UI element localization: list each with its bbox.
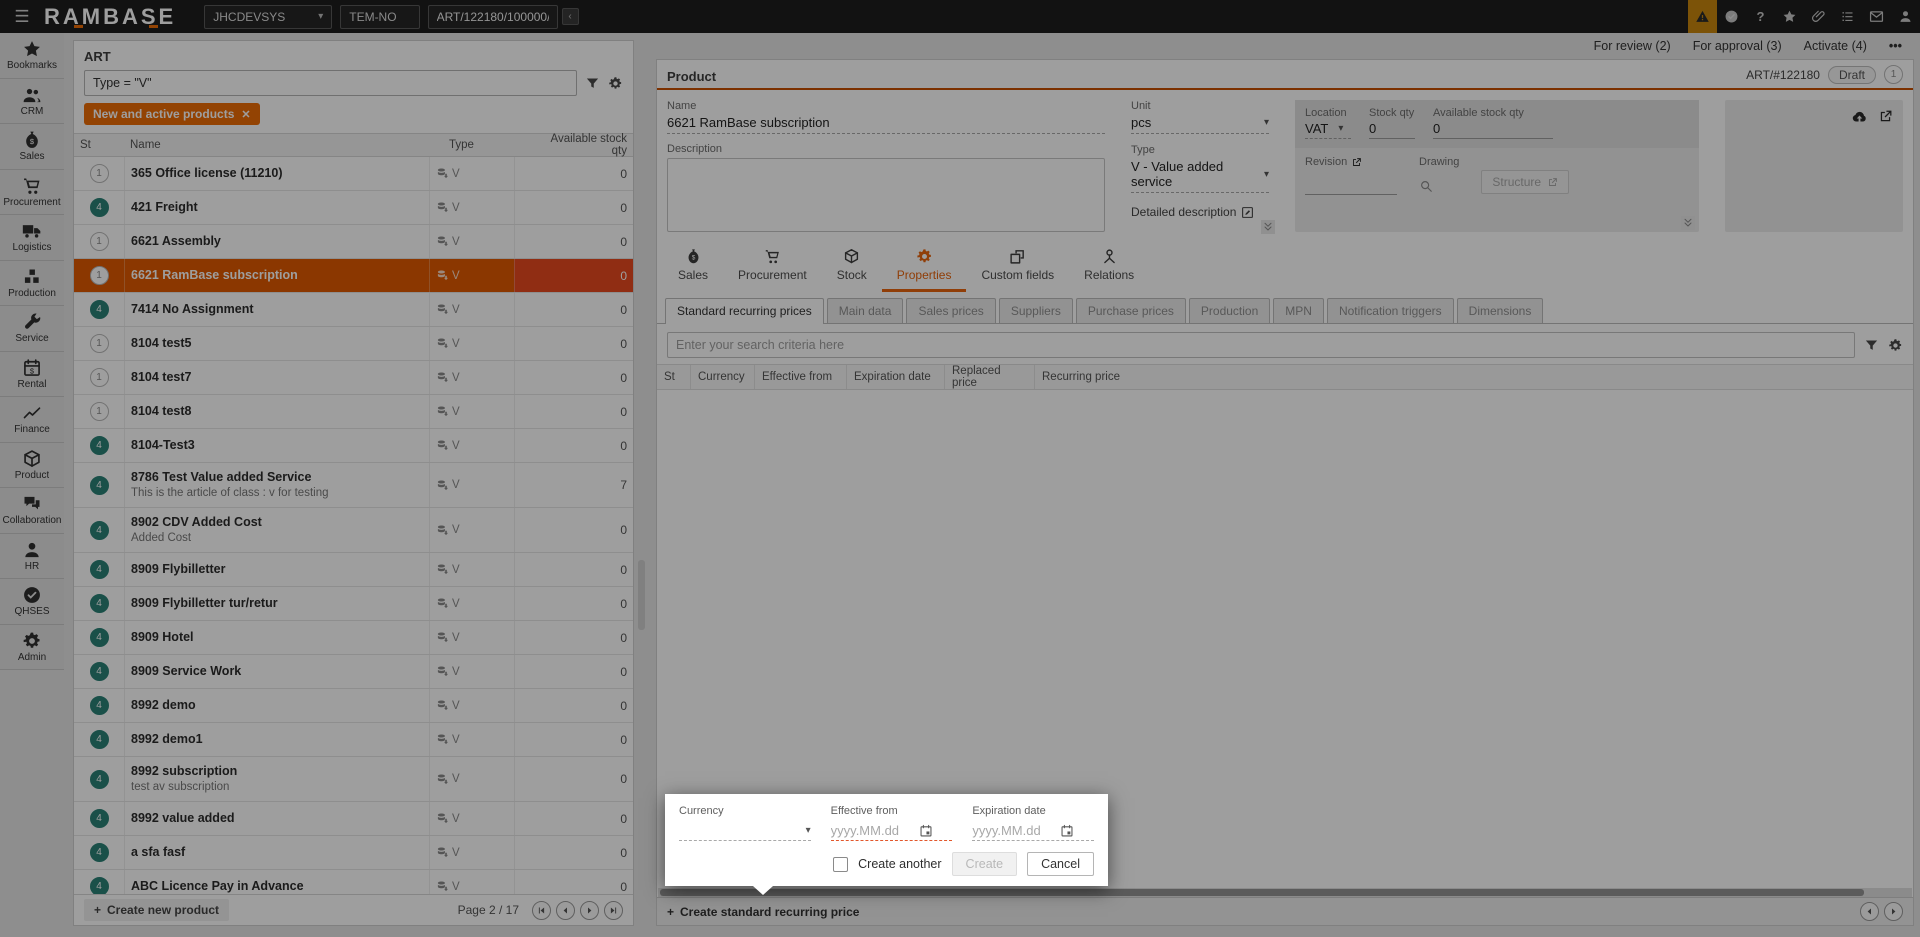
create-recurring-price-dialog: Currency ▾ Effective from Expiration dat… — [665, 794, 1108, 886]
create-another-checkbox[interactable] — [833, 857, 848, 872]
currency-select[interactable]: ▾ — [679, 821, 811, 841]
effective-from-input[interactable] — [831, 823, 915, 838]
create-button[interactable]: Create — [952, 852, 1018, 876]
currency-label: Currency — [679, 805, 811, 817]
expiration-date-label: Expiration date — [972, 805, 1094, 817]
effective-from-label: Effective from — [831, 805, 953, 817]
calendar-icon[interactable] — [1060, 824, 1074, 838]
cancel-button[interactable]: Cancel — [1027, 852, 1094, 876]
calendar-icon[interactable] — [919, 824, 933, 838]
expiration-date-input[interactable] — [972, 823, 1056, 838]
create-another-label: Create another — [858, 857, 941, 871]
